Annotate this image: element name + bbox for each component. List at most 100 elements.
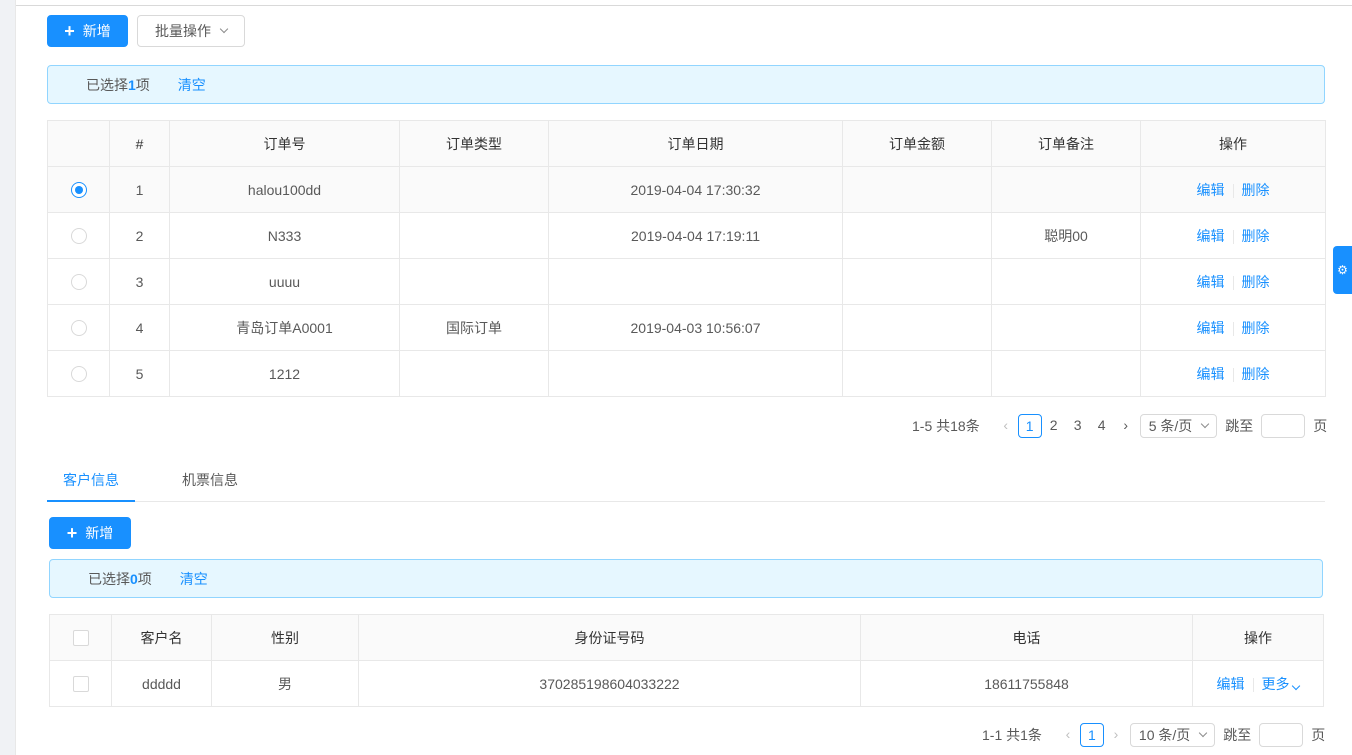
batch-operation-label: 批量操作 bbox=[155, 23, 211, 39]
row-radio[interactable] bbox=[70, 320, 87, 337]
delete-link[interactable]: 删除 bbox=[1242, 320, 1270, 336]
batch-operation-dropdown[interactable]: 批量操作 bbox=[137, 15, 245, 47]
next-page-button[interactable]: › bbox=[1114, 414, 1138, 438]
page-2-button[interactable]: 2 bbox=[1042, 414, 1066, 438]
cell-order-type bbox=[399, 212, 549, 259]
cell-actions: 编辑 删除 bbox=[1140, 258, 1326, 305]
customer-selection-alert: 已选择 0 项 清空 bbox=[49, 559, 1323, 598]
clear-selection-link[interactable]: 清空 bbox=[180, 569, 208, 589]
clear-selection-link[interactable]: 清空 bbox=[178, 75, 206, 95]
table-row[interactable]: 4 青岛订单A0001 国际订单 2019-04-03 10:56:07 编辑 删… bbox=[47, 304, 1326, 351]
pagination-total: 1-1 共1条 bbox=[982, 727, 1042, 743]
edit-link[interactable]: 编辑 bbox=[1197, 366, 1225, 382]
selection-prefix: 已选择 bbox=[88, 570, 130, 587]
action-divider bbox=[1252, 677, 1254, 692]
selection-alert: 已选择 1 项 清空 bbox=[47, 65, 1325, 104]
customers-table: 客户名 性别 身份证号码 电话 操作 ddddd 男 3702851986040… bbox=[49, 614, 1324, 707]
next-page-button[interactable]: › bbox=[1104, 723, 1128, 747]
page-unit-label: 页 bbox=[1313, 418, 1328, 434]
action-divider bbox=[1232, 229, 1234, 244]
cell-order-date: 2019-04-03 10:56:07 bbox=[548, 304, 843, 351]
cell-gender: 男 bbox=[211, 660, 359, 707]
cell-actions: 编辑 删除 bbox=[1140, 350, 1326, 397]
column-header-order-no[interactable]: 订单号 bbox=[169, 120, 400, 167]
jump-label: 跳至 bbox=[1223, 727, 1252, 743]
chevron-down-icon bbox=[1292, 681, 1301, 690]
cell-order-no: halou100dd bbox=[169, 166, 400, 213]
page-size-select[interactable]: 10 条/页 bbox=[1129, 723, 1216, 747]
cell-order-remark bbox=[991, 166, 1141, 213]
page-1-button[interactable]: 1 bbox=[1079, 723, 1104, 747]
column-header-order-remark[interactable]: 订单备注 bbox=[991, 120, 1141, 167]
table-row[interactable]: 3 uuuu 编辑 删除 bbox=[47, 258, 1326, 305]
cell-actions: 编辑 删除 bbox=[1140, 166, 1326, 213]
cell-order-amount bbox=[842, 258, 992, 305]
select-all-checkbox[interactable] bbox=[72, 630, 89, 647]
table-row[interactable]: ddddd 男 370285198604033222 18611755848 编… bbox=[49, 660, 1324, 707]
column-header-order-amount[interactable]: 订单金额 bbox=[842, 120, 992, 167]
row-radio[interactable] bbox=[70, 228, 87, 245]
row-radio[interactable] bbox=[70, 274, 87, 291]
add-customer-label: 新增 bbox=[85, 525, 114, 541]
cell-index: 4 bbox=[109, 304, 170, 351]
edit-link[interactable]: 编辑 bbox=[1197, 320, 1225, 336]
prev-page-button[interactable]: ‹ bbox=[1056, 723, 1080, 747]
cell-order-amount bbox=[842, 166, 992, 213]
delete-link[interactable]: 删除 bbox=[1242, 182, 1270, 198]
edit-link[interactable]: 编辑 bbox=[1197, 274, 1225, 290]
column-header-order-type[interactable]: 订单类型 bbox=[399, 120, 549, 167]
cell-index: 1 bbox=[109, 166, 170, 213]
page-size-value: 10 条/页 bbox=[1138, 727, 1191, 743]
jump-page-input[interactable] bbox=[1259, 723, 1304, 747]
cell-order-no: uuuu bbox=[169, 258, 400, 305]
tab-ticket-info[interactable]: 机票信息 bbox=[165, 459, 255, 502]
page-1-button[interactable]: 1 bbox=[1017, 414, 1042, 438]
column-header-actions: 操作 bbox=[1140, 120, 1326, 167]
edit-link[interactable]: 编辑 bbox=[1217, 676, 1245, 692]
left-sidebar-strip bbox=[0, 0, 16, 755]
cell-order-remark bbox=[991, 304, 1141, 351]
cell-order-amount bbox=[842, 304, 992, 351]
edit-link[interactable]: 编辑 bbox=[1197, 182, 1225, 198]
tab-customer-info[interactable]: 客户信息 bbox=[47, 459, 135, 502]
top-divider bbox=[16, 5, 1352, 6]
cell-order-remark bbox=[991, 350, 1141, 397]
row-radio[interactable] bbox=[70, 366, 87, 383]
table-row[interactable]: 2 N333 2019-04-04 17:19:11 聪明00 编辑 删除 bbox=[47, 212, 1326, 259]
cell-order-type bbox=[399, 258, 549, 305]
settings-drawer-handle[interactable]: ⚙ bbox=[1333, 246, 1352, 294]
cell-order-remark: 聪明00 bbox=[991, 212, 1141, 259]
cell-id-number: 370285198604033222 bbox=[358, 660, 861, 707]
delete-link[interactable]: 删除 bbox=[1242, 366, 1270, 382]
column-header-order-date[interactable]: 订单日期 bbox=[548, 120, 843, 167]
row-radio[interactable] bbox=[70, 182, 87, 199]
select-column-header bbox=[47, 120, 110, 167]
cell-index: 5 bbox=[109, 350, 170, 397]
delete-link[interactable]: 删除 bbox=[1242, 228, 1270, 244]
row-checkbox[interactable] bbox=[72, 676, 89, 693]
page-size-select[interactable]: 5 条/页 bbox=[1139, 414, 1218, 438]
cell-order-date: 2019-04-04 17:30:32 bbox=[548, 166, 843, 213]
jump-page-input[interactable] bbox=[1261, 414, 1306, 438]
prev-page-button[interactable]: ‹ bbox=[994, 414, 1018, 438]
cell-phone: 18611755848 bbox=[860, 660, 1193, 707]
cell-order-amount bbox=[842, 212, 992, 259]
page-3-button[interactable]: 3 bbox=[1066, 414, 1090, 438]
table-row[interactable]: 1 halou100dd 2019-04-04 17:30:32 编辑 删除 bbox=[47, 166, 1326, 213]
page-unit-label: 页 bbox=[1311, 727, 1326, 743]
selection-suffix: 项 bbox=[137, 570, 152, 587]
more-dropdown[interactable]: 更多 bbox=[1262, 676, 1301, 692]
column-header-id-number: 身份证号码 bbox=[358, 614, 861, 661]
cell-order-type bbox=[399, 166, 549, 213]
delete-link[interactable]: 删除 bbox=[1242, 274, 1270, 290]
jump-label: 跳至 bbox=[1225, 418, 1254, 434]
chevron-down-icon bbox=[219, 24, 229, 34]
add-customer-button[interactable]: + 新增 bbox=[49, 517, 131, 549]
page-4-button[interactable]: 4 bbox=[1090, 414, 1114, 438]
add-order-button[interactable]: + 新增 bbox=[47, 15, 128, 47]
table-row[interactable]: 5 1212 编辑 删除 bbox=[47, 350, 1326, 397]
cell-order-remark bbox=[991, 258, 1141, 305]
cell-index: 2 bbox=[109, 212, 170, 259]
pagination-total: 1-5 共18条 bbox=[912, 418, 980, 434]
edit-link[interactable]: 编辑 bbox=[1197, 228, 1225, 244]
